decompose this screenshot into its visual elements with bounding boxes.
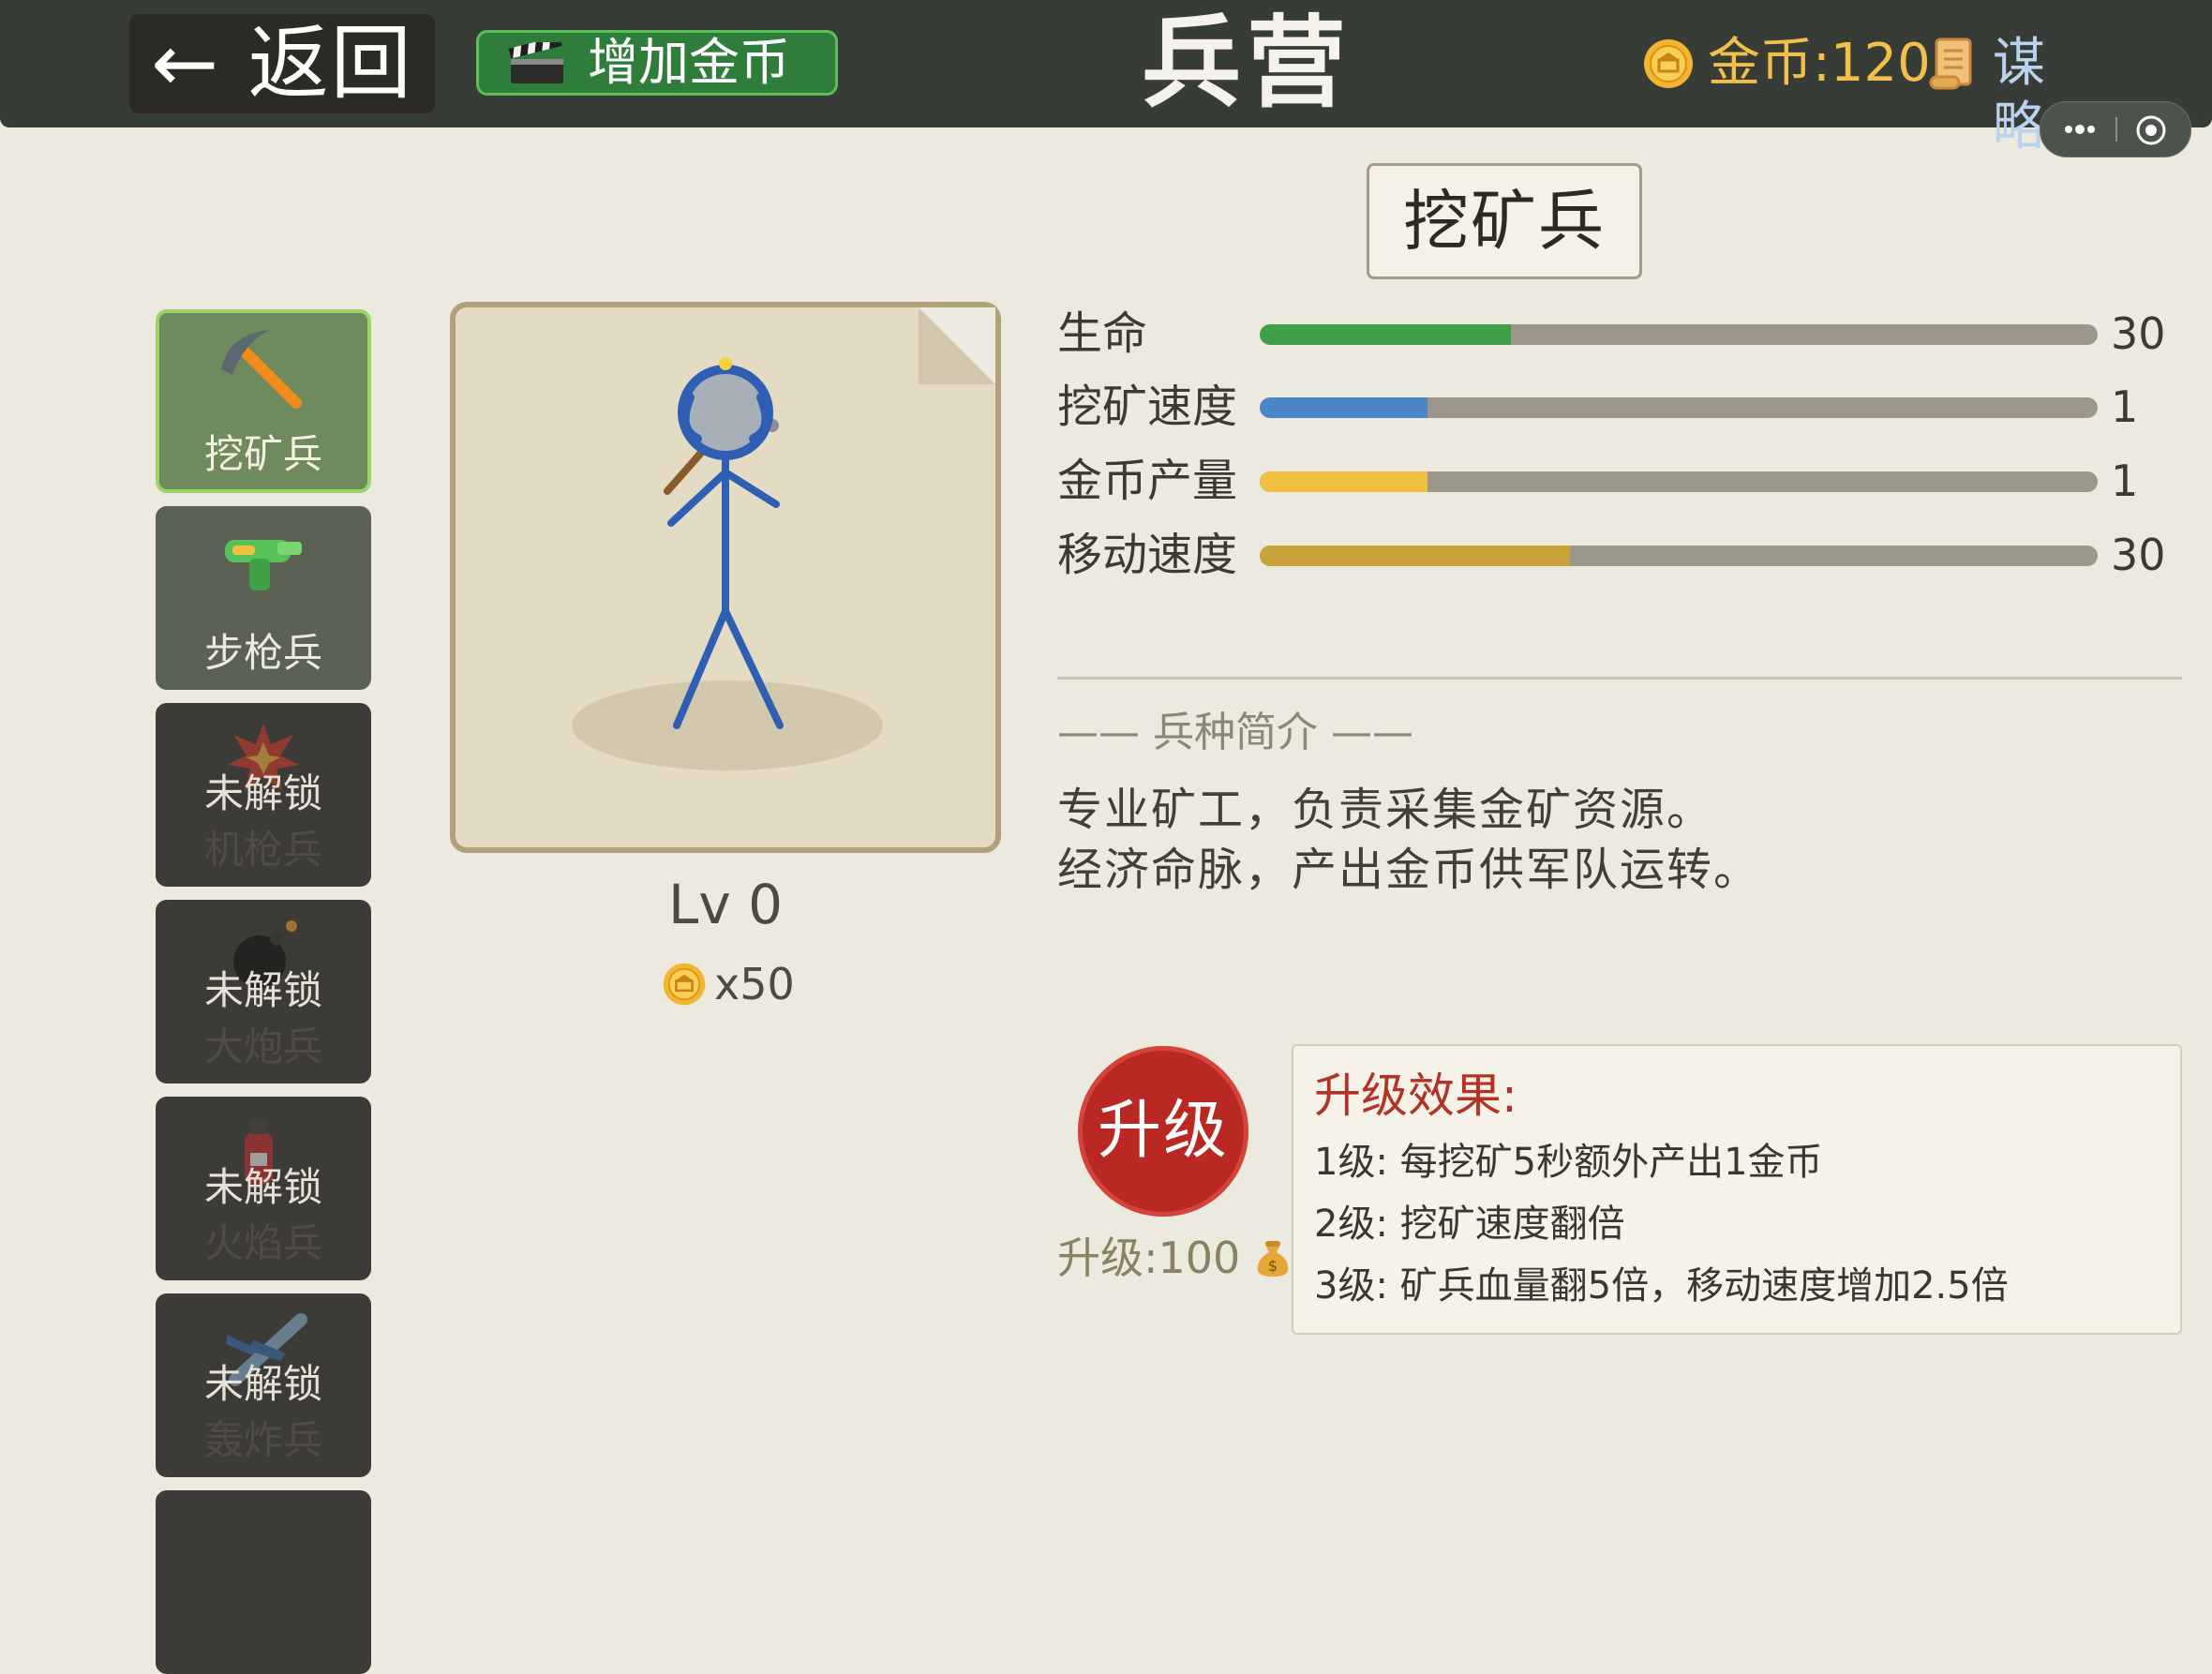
upgrade-effect-line: 2级: 挖矿速度翻倍	[1314, 1203, 1625, 1246]
stat-bar-mining-speed	[1260, 397, 2098, 418]
add-coins-label: 增加金币	[588, 33, 790, 92]
water-gun-icon	[225, 540, 302, 590]
upgrade-cost-label: 升级:100	[1057, 1233, 1241, 1283]
locked-label: 未解锁	[203, 1164, 322, 1210]
stat-label-move-speed: 移动速度	[1057, 529, 1238, 581]
stat-label-hp: 生命	[1057, 307, 1148, 360]
more-icon[interactable]	[2061, 119, 2099, 140]
unit-card-next[interactable]	[156, 1490, 371, 1674]
locked-label: 未解锁	[203, 1361, 322, 1407]
intro-heading: —— 兵种简介 ——	[1057, 709, 1413, 756]
unit-card-label: 大炮兵	[203, 1024, 322, 1069]
locked-label: 未解锁	[203, 967, 322, 1013]
close-program-icon[interactable]	[2134, 113, 2168, 147]
divider	[1057, 677, 2182, 680]
unit-card-cannoneer[interactable]: 未解锁 大炮兵	[156, 900, 371, 1084]
stickman-miner-illustration	[572, 307, 995, 770]
stat-label-gold-output: 金币产量	[1057, 455, 1238, 507]
back-button[interactable]: ← 返回	[129, 14, 435, 113]
unit-card-miner[interactable]: 挖矿兵	[156, 309, 371, 493]
intro-line: 专业矿工，负责采集金矿资源。	[1057, 784, 1714, 836]
top-bar: ← 返回 增加金币 兵营 金币:120 谋略:105	[0, 0, 2212, 157]
unit-portrait	[450, 302, 1001, 853]
gold-amount: 金币:120	[1708, 33, 1931, 94]
unit-card-rifleman[interactable]: 步枪兵	[156, 506, 371, 690]
scroll-icon	[1929, 37, 1972, 90]
stat-fill-move-speed	[1260, 546, 1570, 566]
unit-card-bomber[interactable]: 未解锁 轰炸兵	[156, 1293, 371, 1477]
stat-value-hp: 30	[2111, 308, 2166, 359]
mini-program-capsule	[2040, 101, 2191, 157]
stat-value-move-speed: 30	[2111, 530, 2166, 580]
locked-label: 未解锁	[203, 770, 322, 816]
unit-level: Lv 0	[668, 873, 783, 936]
unit-card-machine-gunner[interactable]: 未解锁 机枪兵	[156, 703, 371, 887]
money-bag-icon: $	[1257, 1241, 1289, 1277]
intro-line: 经济命脉，产出金币供军队运转。	[1057, 844, 1761, 896]
upgrade-effect-line: 3级: 矿兵血量翻5倍，移动速度增加2.5倍	[1314, 1264, 2009, 1308]
stat-bar-move-speed	[1260, 546, 2098, 566]
stat-value-mining-speed: 1	[2111, 381, 2139, 432]
unit-name-title: 挖矿兵	[1367, 163, 1642, 279]
unit-cost-value: x50	[714, 959, 795, 1009]
upgrade-effect-line: 1级: 每挖矿5秒额外产出1金币	[1314, 1141, 1823, 1184]
gold-coin-icon	[663, 963, 706, 1006]
add-coins-button[interactable]: 增加金币	[476, 30, 838, 96]
unit-card-label: 挖矿兵	[203, 431, 322, 477]
stat-bar-hp	[1260, 324, 2098, 345]
stat-fill-gold-output	[1260, 471, 1427, 492]
stat-label-mining-speed: 挖矿速度	[1057, 381, 1238, 433]
gold-coin-icon	[1644, 39, 1693, 88]
unit-card-label: 火焰兵	[203, 1220, 322, 1266]
upgrade-button[interactable]: 升级	[1078, 1046, 1248, 1217]
unit-card-label: 机枪兵	[203, 827, 322, 873]
unit-card-label: 轰炸兵	[203, 1417, 322, 1463]
page-title: 兵营	[1142, 6, 1352, 121]
upgrade-cost: 升级:100 $	[1057, 1230, 1292, 1286]
svg-text:$: $	[1268, 1257, 1278, 1275]
unit-card-label: 步枪兵	[203, 630, 322, 676]
stat-fill-mining-speed	[1260, 397, 1427, 418]
capsule-divider	[2115, 117, 2117, 142]
stat-fill-hp	[1260, 324, 1512, 345]
upgrade-effects-title: 升级效果:	[1314, 1069, 1517, 1123]
pickaxe-icon	[221, 330, 302, 409]
upgrade-effects-panel: 升级效果: 1级: 每挖矿5秒额外产出1金币 2级: 挖矿速度翻倍 3级: 矿兵…	[1292, 1044, 2182, 1335]
unit-card-flamethrower[interactable]: 未解锁 火焰兵	[156, 1097, 371, 1280]
clapperboard-icon	[509, 42, 563, 83]
stat-bar-gold-output	[1260, 471, 2098, 492]
stat-value-gold-output: 1	[2111, 456, 2139, 506]
